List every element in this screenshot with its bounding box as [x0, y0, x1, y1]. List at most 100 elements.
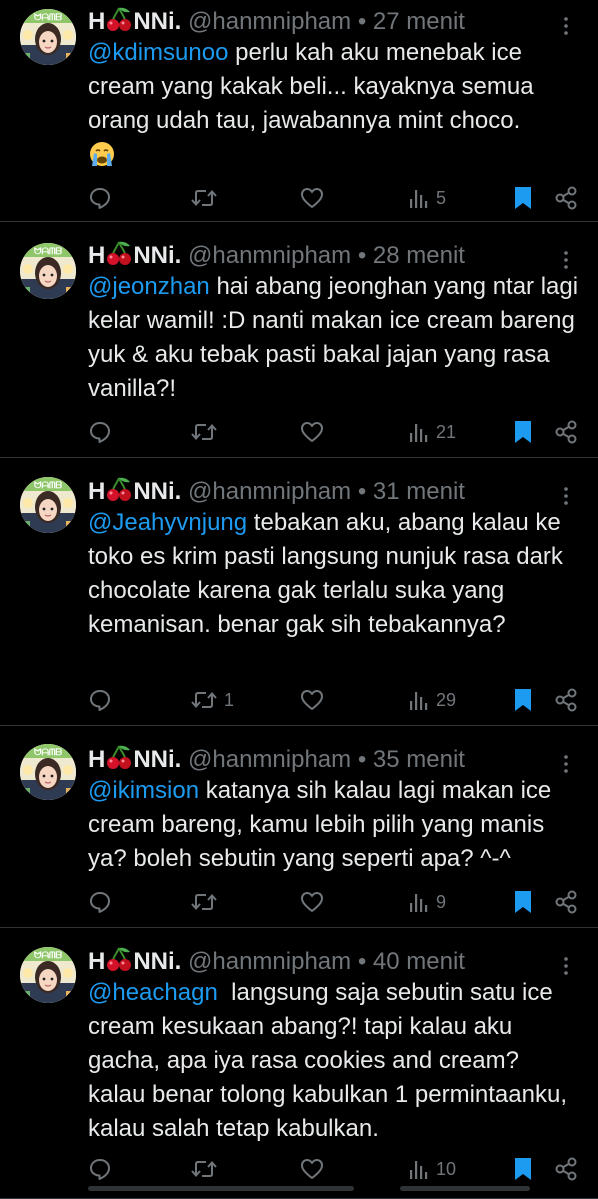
- share-button[interactable]: [553, 182, 579, 214]
- views-count: 9: [436, 891, 447, 912]
- tweet[interactable]: ᗢᗩᗰᗷ H NNi. @hanmnipham • 28 menit @jeonzha…: [0, 222, 598, 458]
- tweet-header: H NNi. @hanmnipham • 28 menit: [88, 240, 465, 270]
- reply-button[interactable]: [88, 1153, 112, 1185]
- views-chart-icon: [408, 688, 430, 712]
- display-name-prefix: H: [88, 8, 106, 35]
- display-name[interactable]: H NNi.: [88, 947, 181, 975]
- avatar[interactable]: ᗢᗩᗰᗷ: [20, 477, 76, 533]
- like-button[interactable]: [300, 1153, 324, 1185]
- views-chart-icon: [408, 420, 430, 444]
- views-count: 5: [436, 187, 447, 208]
- cherry-icon: [105, 477, 133, 505]
- views-button[interactable]: 29: [408, 684, 456, 716]
- more-options-icon[interactable]: [554, 484, 578, 508]
- reply-button[interactable]: [88, 684, 112, 716]
- tweet-header: H NNi. @hanmnipham • 27 menit: [88, 6, 465, 36]
- separator-dot: •: [357, 746, 367, 773]
- more-options-icon[interactable]: [554, 14, 578, 38]
- action-bar: 5: [88, 182, 580, 214]
- timestamp[interactable]: 27 menit: [373, 8, 465, 35]
- display-name-prefix: H: [88, 948, 106, 975]
- heart-icon: [300, 688, 324, 712]
- separator-dot: •: [357, 478, 367, 505]
- tweet-text: @heachagn langsung saja sebutin satu ice…: [88, 976, 580, 1146]
- avatar[interactable]: ᗢᗩᗰᗷ: [20, 744, 76, 800]
- timestamp[interactable]: 28 menit: [373, 242, 465, 269]
- reply-button[interactable]: [88, 182, 112, 214]
- svg-text:ᗢᗩᗰᗷ: ᗢᗩᗰᗷ: [34, 747, 62, 758]
- reply-button[interactable]: [88, 886, 112, 918]
- scrollbar-track[interactable]: [88, 1186, 354, 1191]
- timestamp[interactable]: 40 menit: [373, 948, 465, 975]
- mention-link[interactable]: @heachagn: [88, 979, 218, 1006]
- views-chart-icon: [408, 1157, 430, 1181]
- like-button[interactable]: [300, 182, 324, 214]
- scrollbar-track-secondary[interactable]: [400, 1186, 530, 1191]
- user-handle[interactable]: @hanmnipham: [188, 478, 351, 505]
- bookmark-button[interactable]: [512, 416, 534, 448]
- more-options-icon[interactable]: [554, 954, 578, 978]
- retweet-button[interactable]: [190, 886, 224, 918]
- retweet-button[interactable]: [190, 182, 224, 214]
- views-button[interactable]: 10: [408, 1153, 456, 1185]
- retweet-count: 1: [224, 689, 235, 710]
- share-button[interactable]: [553, 886, 579, 918]
- avatar[interactable]: ᗢᗩᗰᗷ: [20, 947, 76, 1003]
- reply-button[interactable]: [88, 416, 112, 448]
- user-handle[interactable]: @hanmnipham: [188, 948, 351, 975]
- heart-icon: [300, 186, 324, 210]
- bookmark-button[interactable]: [512, 1153, 534, 1185]
- views-button[interactable]: 21: [408, 416, 456, 448]
- tweet-text: @ikimsion katanya sih kalau lagi makan i…: [88, 774, 580, 876]
- mention-link[interactable]: @jeonzhan: [88, 273, 210, 300]
- like-button[interactable]: [300, 416, 324, 448]
- action-bar: 1 29: [88, 684, 580, 716]
- user-handle[interactable]: @hanmnipham: [188, 8, 351, 35]
- user-handle[interactable]: @hanmnipham: [188, 242, 351, 269]
- mention-link[interactable]: @Jeahyvnjung: [88, 509, 247, 536]
- tweet-header: H NNi. @hanmnipham • 35 menit: [88, 744, 465, 774]
- tweet[interactable]: ᗢᗩᗰᗷ H NNi. @hanmnipham • 27 menit @kdimsun…: [0, 0, 598, 222]
- mention-link[interactable]: @ikimsion: [88, 777, 199, 804]
- share-icon: [553, 687, 579, 713]
- views-count: 29: [436, 689, 457, 710]
- cherry-icon: [105, 7, 133, 35]
- views-button[interactable]: 9: [408, 886, 446, 918]
- heart-icon: [300, 420, 324, 444]
- timestamp[interactable]: 35 menit: [373, 746, 465, 773]
- like-button[interactable]: [300, 684, 324, 716]
- retweet-button[interactable]: [190, 1153, 224, 1185]
- timestamp[interactable]: 31 menit: [373, 478, 465, 505]
- tweet-text: @kdimsunoo perlu kah aku menebak ice cre…: [88, 36, 580, 172]
- display-name[interactable]: H NNi.: [88, 241, 181, 269]
- action-bar: 9: [88, 886, 580, 918]
- bookmark-icon: [512, 419, 534, 445]
- user-handle[interactable]: @hanmnipham: [188, 746, 351, 773]
- tweet[interactable]: ᗢᗩᗰᗷ H NNi. @hanmnipham • 40 menit @heachag…: [0, 928, 598, 1199]
- share-icon: [553, 889, 579, 915]
- like-button[interactable]: [300, 886, 324, 918]
- bookmark-button[interactable]: [512, 886, 534, 918]
- display-name[interactable]: H NNi.: [88, 7, 181, 35]
- bookmark-button[interactable]: [512, 684, 534, 716]
- action-bar: 10: [88, 1153, 580, 1185]
- reply-icon: [88, 688, 112, 712]
- tweet[interactable]: ᗢᗩᗰᗷ H NNi. @hanmnipham • 35 menit @ikimsio…: [0, 726, 598, 928]
- avatar[interactable]: ᗢᗩᗰᗷ: [20, 9, 76, 65]
- display-name-suffix: NNi.: [133, 478, 182, 505]
- tweet[interactable]: ᗢᗩᗰᗷ H NNi. @hanmnipham • 31 menit @Jeahyvn…: [0, 458, 598, 726]
- display-name[interactable]: H NNi.: [88, 745, 181, 773]
- more-options-icon[interactable]: [554, 752, 578, 776]
- more-options-icon[interactable]: [554, 248, 578, 272]
- share-button[interactable]: [553, 684, 579, 716]
- display-name[interactable]: H NNi.: [88, 477, 182, 505]
- reply-icon: [88, 890, 112, 914]
- retweet-button[interactable]: 1: [190, 684, 234, 716]
- avatar[interactable]: ᗢᗩᗰᗷ: [20, 243, 76, 299]
- bookmark-button[interactable]: [512, 182, 534, 214]
- mention-link[interactable]: @kdimsunoo: [88, 39, 228, 66]
- share-button[interactable]: [553, 1153, 579, 1185]
- views-button[interactable]: 5: [408, 182, 446, 214]
- retweet-button[interactable]: [190, 416, 224, 448]
- share-button[interactable]: [553, 416, 579, 448]
